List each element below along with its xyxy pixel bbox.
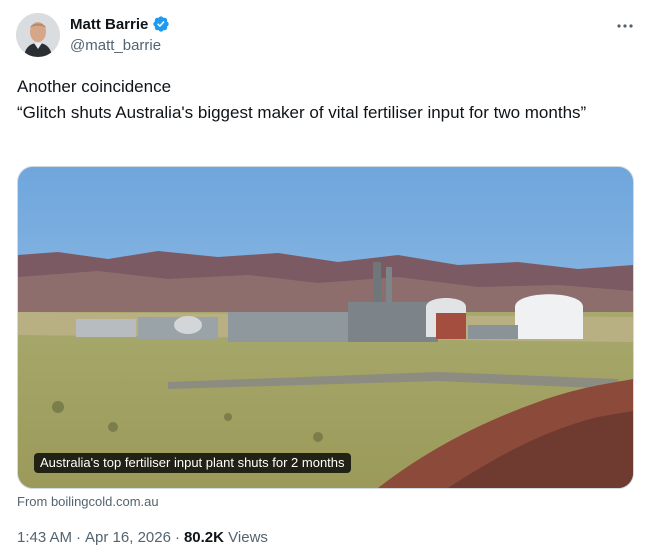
separator-dot: · — [76, 529, 82, 546]
avatar[interactable] — [16, 13, 60, 57]
tweet-text-line: “Glitch shuts Australia's biggest maker … — [17, 103, 587, 122]
separator-dot: · — [174, 529, 180, 546]
tweet-meta: 1:43 AM · Apr 16, 2026 · 80.2K Views — [17, 529, 268, 546]
display-name[interactable]: Matt Barrie — [70, 16, 148, 33]
author-name-row: Matt Barrie — [70, 14, 170, 34]
tweet: Matt Barrie @matt_barrie Another coincid… — [0, 0, 661, 558]
tweet-text: Another coincidence “Glitch shuts Austra… — [17, 74, 617, 126]
tweet-date[interactable]: Apr 16, 2026 — [85, 529, 171, 546]
views-count: 80.2K — [183, 529, 224, 546]
media-caption: Australia's top fertiliser input plant s… — [34, 453, 351, 473]
avatar-image — [16, 13, 60, 57]
tweet-text-line: Another coincidence — [17, 77, 172, 96]
media-source-link[interactable]: From boilingcold.com.au — [17, 494, 159, 509]
more-options-icon[interactable] — [612, 16, 638, 36]
tweet-time[interactable]: 1:43 AM — [17, 529, 72, 546]
verified-badge-icon — [152, 15, 170, 33]
author-handle[interactable]: @matt_barrie — [70, 37, 161, 54]
views-label: Views — [228, 529, 268, 546]
media-image — [18, 167, 633, 488]
media-card[interactable]: Australia's top fertiliser input plant s… — [17, 166, 634, 489]
